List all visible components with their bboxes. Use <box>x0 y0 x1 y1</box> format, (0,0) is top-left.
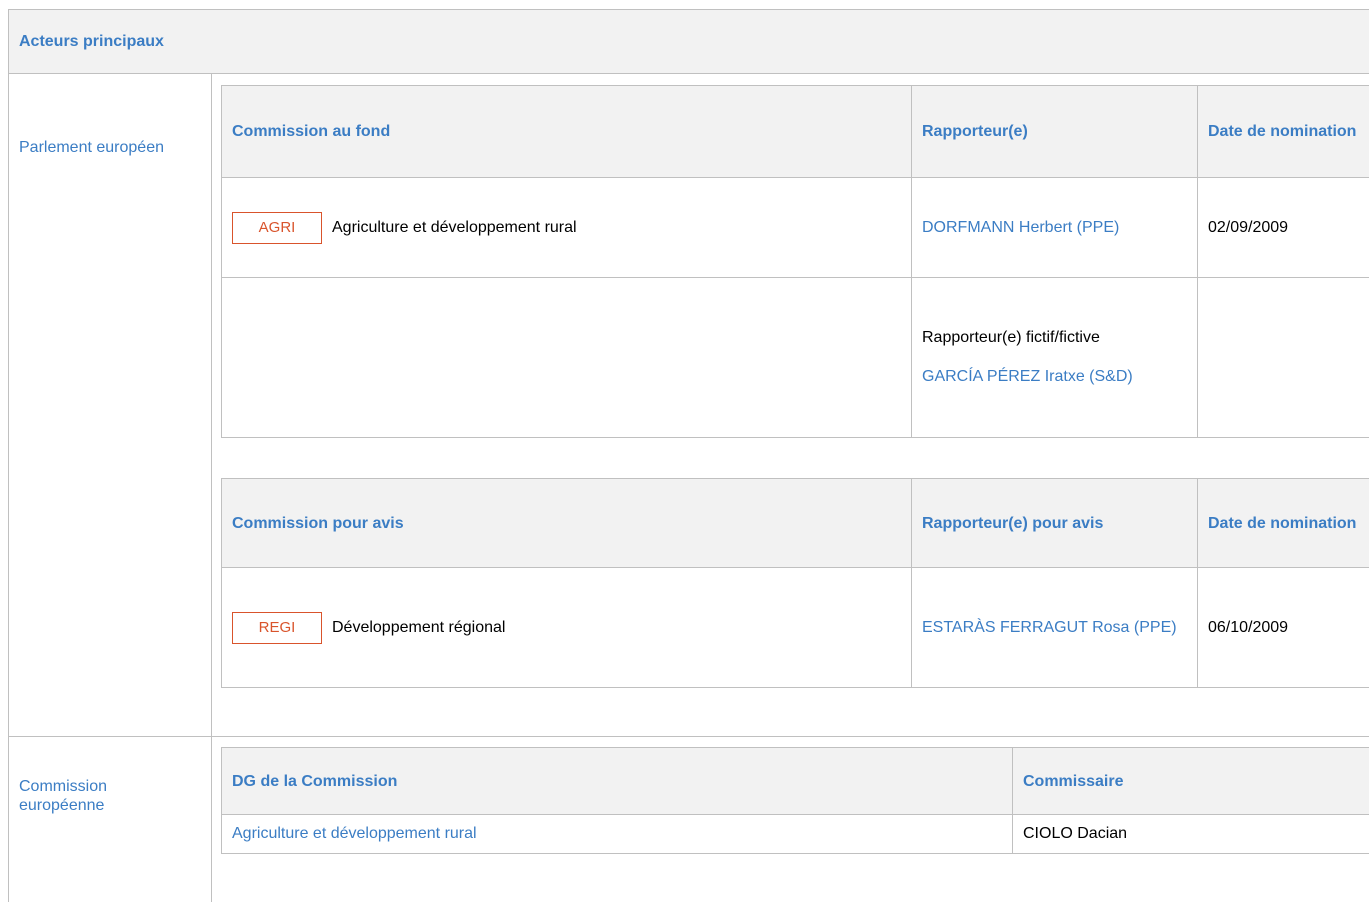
commission-name: Agriculture et développement rural <box>332 218 577 236</box>
date-cell: 02/09/2009 <box>1197 177 1369 278</box>
rapporteur-link[interactable]: DORFMANN Herbert (PPE) <box>922 219 1119 236</box>
rapporteur-pour-avis-header: Rapporteur(e) pour avis <box>911 478 1198 568</box>
commission-name: Développement régional <box>332 618 506 636</box>
date-nomination-header: Date de nomination <box>1197 85 1369 178</box>
commissaire-header: Commissaire <box>1012 747 1369 815</box>
commission-dg-table: DG de la Commission Commissaire Agricult… <box>221 747 1369 854</box>
table-row: Agriculture et développement rural CIOLO… <box>221 814 1369 854</box>
shadow-rapporteur-link[interactable]: GARCÍA PÉREZ Iratxe (S&D) <box>922 368 1133 385</box>
commissaire-cell: CIOLO Dacian <box>1012 814 1369 854</box>
commission-europeenne-link[interactable]: Commission européenne <box>19 777 189 815</box>
commission-cell: REGI Développement régional <box>221 567 912 688</box>
commission-au-fond-header: Commission au fond <box>221 85 912 178</box>
commission-pour-avis-table: Commission pour avis Rapporteur(e) pour … <box>221 478 1369 688</box>
commission-cell: AGRI Agriculture et développement rural <box>221 177 912 278</box>
table-row: AGRI Agriculture et développement rural … <box>221 177 1369 278</box>
table-header-row: Commission pour avis Rapporteur(e) pour … <box>221 478 1369 568</box>
column-divider <box>211 74 212 902</box>
outer-frame-left <box>8 9 9 902</box>
table-row: Rapporteur(e) fictif/fictive GARCÍA PÉRE… <box>221 277 1369 438</box>
commission-pour-avis-header: Commission pour avis <box>221 478 912 568</box>
empty-cell <box>221 277 912 438</box>
rapporteur-cell: ESTARÀS FERRAGUT Rosa (PPE) <box>911 567 1198 688</box>
dg-cell: Agriculture et développement rural <box>221 814 1013 854</box>
shadow-rapporteur-cell: Rapporteur(e) fictif/fictive GARCÍA PÉRE… <box>911 277 1198 438</box>
agri-badge[interactable]: AGRI <box>232 211 322 244</box>
row-divider <box>9 736 1369 737</box>
rapporteur-cell: DORFMANN Herbert (PPE) <box>911 177 1198 278</box>
date-cell: 06/10/2009 <box>1197 567 1369 688</box>
shadow-rapporteur-label: Rapporteur(e) fictif/fictive <box>922 329 1100 346</box>
date-nomination-header: Date de nomination <box>1197 478 1369 568</box>
commission-au-fond-table: Commission au fond Rapporteur(e) Date de… <box>221 85 1369 438</box>
parlement-europeen-link[interactable]: Parlement européen <box>19 138 164 157</box>
section-header <box>9 10 1369 74</box>
empty-date-cell <box>1197 277 1369 438</box>
rapporteur-header: Rapporteur(e) <box>911 85 1198 178</box>
table-header-row: Commission au fond Rapporteur(e) Date de… <box>221 85 1369 178</box>
dg-commission-header: DG de la Commission <box>221 747 1013 815</box>
table-header-row: DG de la Commission Commissaire <box>221 747 1369 815</box>
rapporteur-link[interactable]: ESTARÀS FERRAGUT Rosa (PPE) <box>922 619 1177 636</box>
section-title: Acteurs principaux <box>19 33 164 50</box>
table-row: REGI Développement régional ESTARÀS FERR… <box>221 567 1369 688</box>
regi-badge[interactable]: REGI <box>232 611 322 644</box>
dg-link[interactable]: Agriculture et développement rural <box>232 825 477 842</box>
